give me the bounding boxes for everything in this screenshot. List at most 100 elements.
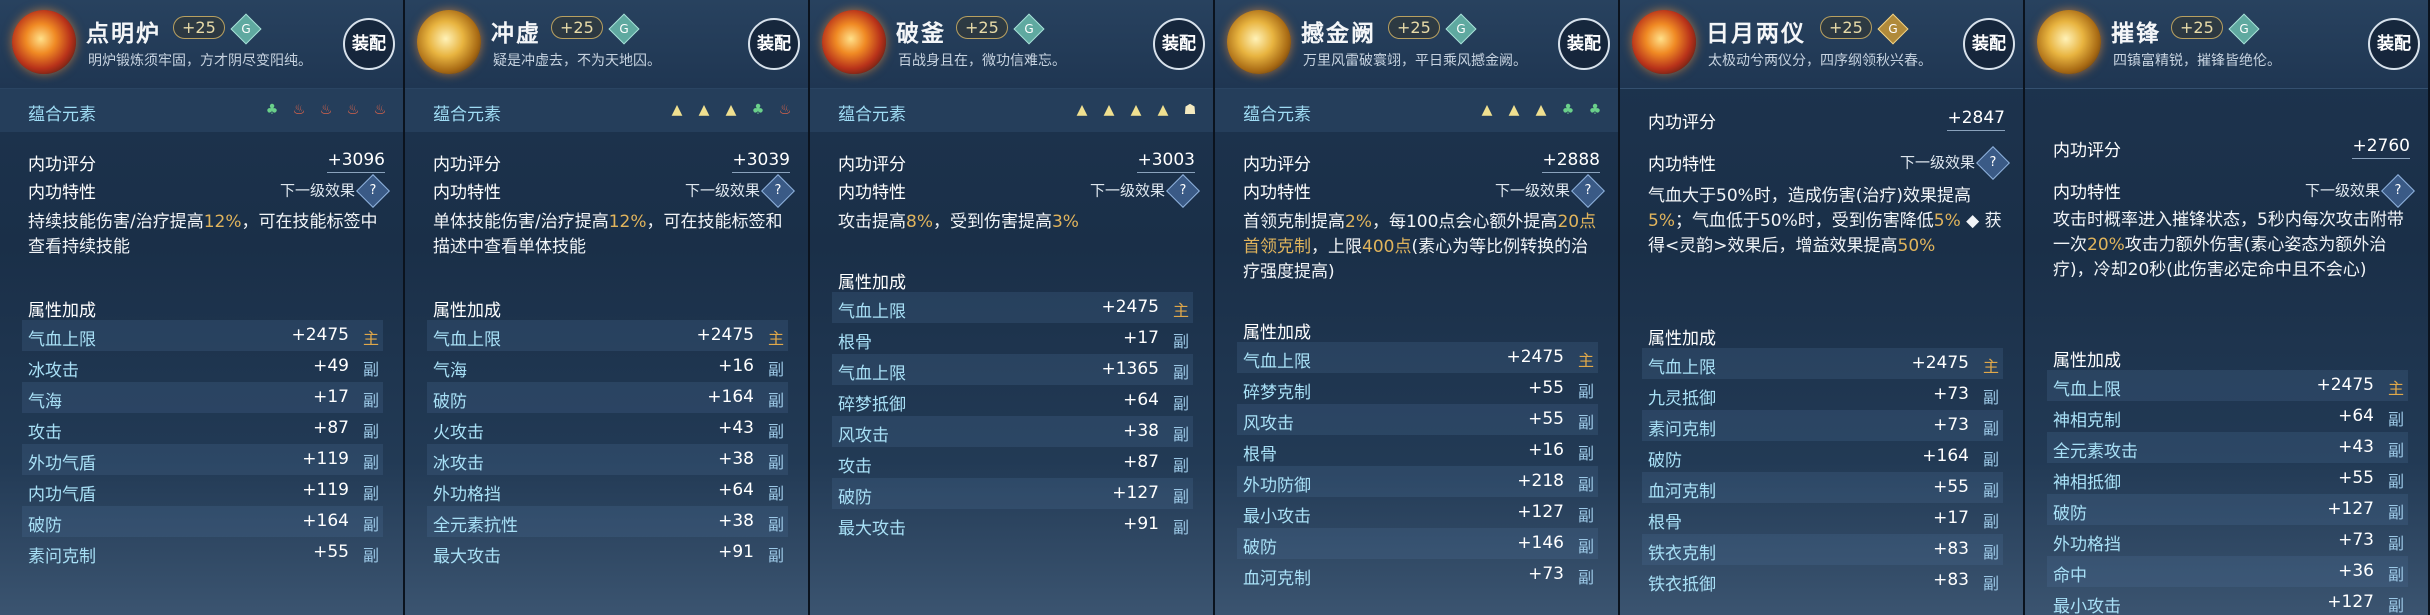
- description-text: ，受到伤害提高: [932, 212, 1052, 232]
- fire-element-icon: ♨: [346, 102, 360, 118]
- attr-tag: 副: [767, 453, 784, 472]
- next-level-button[interactable]: 下一级效果?: [280, 174, 390, 208]
- equip-button[interactable]: 装配: [1963, 18, 2015, 70]
- skill-card[interactable]: 冲虚 +25 G 疑是冲虚去，不为天地囚。 装配 蕴合元素 ▲ ▲ ▲ ♣ ♨ 内功评分 +3039 内功…: [405, 0, 810, 615]
- attr-name: 最大攻击: [433, 547, 501, 567]
- score-value: +3003: [1137, 150, 1195, 173]
- highlight-value: 3%: [1051, 212, 1079, 232]
- next-level-button[interactable]: 下一级效果?: [1495, 174, 1605, 208]
- skill-card[interactable]: 破釜 +25 G 百战身且在，微功信难忘。 装配 蕴合元素 ▲ ▲ ▲ ▲ ☗ 内功评分 +3003 内功…: [810, 0, 1215, 615]
- attr-name: 风攻击: [838, 426, 889, 446]
- attr-name: 外功防御: [1243, 476, 1311, 496]
- attr-value: +2475: [291, 325, 349, 345]
- trait-description: 单体技能伤害/治疗提高12%，可在技能标签和描述中查看单体技能: [433, 210, 788, 260]
- element-row: 蕴合元素 ▲ ▲ ▲ ♣ ♣: [1215, 88, 1618, 132]
- attr-row: 破防 +127 副: [2047, 494, 2408, 525]
- attr-row: 碎梦抵御 +64 副: [832, 385, 1193, 416]
- skill-name: 撼金阙: [1301, 21, 1376, 47]
- attr-tag: 副: [1577, 382, 1594, 401]
- attr-row: 血河克制 +73 副: [1237, 559, 1598, 590]
- equip-button[interactable]: 装配: [748, 18, 800, 70]
- attr-row: 气血上限 +2475 主: [1237, 342, 1598, 373]
- attr-row: 全元素攻击 +43 副: [2047, 432, 2408, 463]
- attr-name: 气血上限: [1243, 352, 1311, 372]
- attr-tag: 副: [1577, 506, 1594, 525]
- skill-icon: [1632, 10, 1696, 74]
- attr-tag: 副: [1172, 394, 1189, 413]
- attr-value: +127: [1112, 483, 1159, 503]
- skill-motto: 疑是冲虚去，不为天地囚。: [493, 53, 661, 69]
- help-icon[interactable]: ?: [761, 174, 795, 208]
- level-badge: +25: [1820, 16, 1872, 39]
- attr-name: 最小攻击: [1243, 507, 1311, 527]
- attr-row: 根骨 +16 副: [1237, 435, 1598, 466]
- attr-value: +127: [2327, 499, 2374, 519]
- next-level-button[interactable]: 下一级效果?: [2305, 174, 2415, 208]
- attr-value: +55: [313, 542, 349, 562]
- skill-card[interactable]: 摧锋 +25 G 四镇富精锐，摧锋皆绝伦。 装配 内功评分 +2760 内功特性 下一级效果? 攻…: [2025, 0, 2430, 615]
- attr-title: 属性加成: [1243, 323, 1311, 343]
- earth-element-icon: ▲: [1157, 102, 1169, 118]
- card-header: 冲虚 +25 G 疑是冲虚去，不为天地囚。 装配: [405, 0, 808, 89]
- attr-row: 素问克制 +73 副: [1642, 410, 2003, 441]
- description-text: 单体技能伤害/治疗提高: [433, 212, 609, 232]
- help-icon[interactable]: ?: [1571, 174, 1605, 208]
- attr-name: 神相抵御: [2053, 473, 2121, 493]
- attr-row: 火攻击 +43 副: [427, 413, 788, 444]
- description-text: ，上限: [1311, 237, 1362, 257]
- attr-name: 最大攻击: [838, 519, 906, 539]
- score-label: 内功评分: [2053, 141, 2121, 161]
- attr-tag: 副: [1982, 388, 1999, 407]
- help-icon[interactable]: ?: [1166, 174, 1200, 208]
- skill-card[interactable]: 日月两仪 +25 G 太极动兮两仪分，四序纲领秋兴春。 装配 内功评分 +2847 内功特性 下…: [1620, 0, 2025, 615]
- help-icon[interactable]: ?: [2381, 174, 2415, 208]
- equip-button[interactable]: 装配: [343, 18, 395, 70]
- attr-name: 气海: [433, 361, 467, 381]
- equip-button[interactable]: 装配: [1558, 18, 1610, 70]
- attr-row: 外功气盾 +119 副: [22, 444, 383, 475]
- wood-element-icon: ♣: [751, 102, 765, 118]
- attr-tag: 副: [1982, 543, 1999, 562]
- help-icon[interactable]: ?: [1976, 146, 2010, 180]
- attr-tag: 副: [767, 546, 784, 565]
- next-level-label: 下一级效果: [1899, 153, 1975, 172]
- attr-tag: 副: [767, 391, 784, 410]
- skill-card[interactable]: 撼金阙 +25 G 万里风雷破寰翊，平日乘风撼金阙。 装配 蕴合元素 ▲ ▲ ▲ ♣ ♣ 内功评分 +2…: [1215, 0, 1620, 615]
- next-level-button[interactable]: 下一级效果?: [1090, 174, 1200, 208]
- attr-row: 内功气盾 +119 副: [22, 475, 383, 506]
- attr-row: 风攻击 +55 副: [1237, 404, 1598, 435]
- trait-row: 内功特性 下一级效果?: [2053, 174, 2415, 208]
- description-text: 气血大于50%时，造成伤害(治疗)效果提高: [1648, 186, 1972, 206]
- score-row: 内功评分 +3003: [838, 146, 1195, 175]
- equip-button[interactable]: 装配: [1153, 18, 1205, 70]
- attr-name: 气海: [28, 392, 62, 412]
- next-level-button[interactable]: 下一级效果?: [1899, 146, 2010, 180]
- attr-tag: 副: [362, 546, 379, 565]
- score-value: +3039: [732, 150, 790, 173]
- attr-name: 九灵抵御: [1648, 389, 1716, 409]
- element-label: 蕴合元素: [838, 105, 906, 125]
- earth-element-icon: ▲: [698, 102, 710, 118]
- equip-button[interactable]: 装配: [2368, 18, 2420, 70]
- attr-value: +64: [2338, 406, 2374, 426]
- attr-name: 素问克制: [1648, 420, 1716, 440]
- card-header: 破釜 +25 G 百战身且在，微功信难忘。 装配: [810, 0, 1213, 89]
- help-icon[interactable]: ?: [356, 174, 390, 208]
- attr-name: 气血上限: [28, 330, 96, 350]
- next-level-button[interactable]: 下一级效果?: [685, 174, 795, 208]
- attr-name: 铁衣克制: [1648, 544, 1716, 564]
- attr-tag: 主: [1172, 301, 1189, 320]
- attr-row: 冰攻击 +38 副: [427, 444, 788, 475]
- attr-tag: 副: [362, 515, 379, 534]
- skill-card[interactable]: 点明炉 +25 G 明炉锻炼须牢固，方才阴尽变阳纯。 装配 蕴合元素 ♣ ♨ ♨ ♨ ♨ 内功评分 +3…: [0, 0, 405, 615]
- attr-tag: 主: [2387, 379, 2404, 398]
- attr-row: 神相克制 +64 副: [2047, 401, 2408, 432]
- element-row: 蕴合元素 ▲ ▲ ▲ ♣ ♨: [405, 88, 808, 132]
- attr-value: +55: [1528, 409, 1564, 429]
- attr-name: 内功气盾: [28, 485, 96, 505]
- attr-tag: 副: [2387, 410, 2404, 429]
- attr-name: 冰攻击: [433, 454, 484, 474]
- score-label: 内功评分: [433, 155, 501, 175]
- highlight-value: 400点: [1362, 237, 1412, 257]
- attr-title: 属性加成: [838, 273, 906, 293]
